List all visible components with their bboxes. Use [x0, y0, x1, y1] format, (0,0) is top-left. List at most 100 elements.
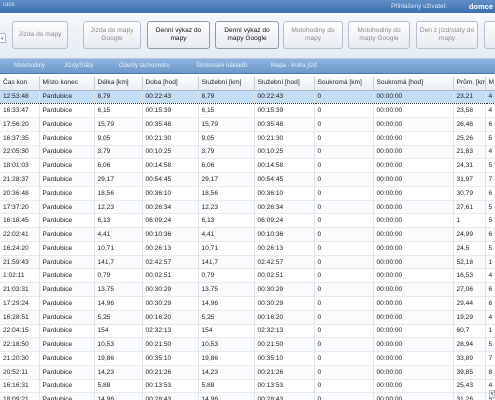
table-cell: 06:09:24	[254, 213, 315, 229]
tab-engine-hours[interactable]: Motohodiny	[14, 63, 45, 69]
table-cell: 00:00:00	[373, 103, 454, 119]
table-cell: 6,15	[94, 103, 143, 119]
engine-hours-to-map-button[interactable]: Motohodiny do mapy	[283, 21, 343, 49]
table-row[interactable]: 21:28:37 Pardubice 29,17 00:54:45 29,17 00:54…	[0, 172, 495, 187]
table-cell: 6	[485, 186, 495, 201]
table-cell: Pardubice	[39, 392, 95, 400]
column-header[interactable]: Soukromá [hod]	[373, 76, 454, 91]
table-cell: 5	[485, 213, 495, 229]
table-cell: 14,23	[94, 365, 143, 380]
table-cell: 00:14:58	[142, 158, 199, 174]
tab-map-logbook[interactable]: Mapa - kniha jízd	[271, 63, 317, 69]
table-row[interactable]: 18:01:03 Pardubice 6,06 00:14:58 6,06 00:14:5…	[0, 158, 495, 174]
ride-to-map-button[interactable]: Jízda do mapy	[12, 21, 68, 49]
table-cell: 12,23	[94, 200, 143, 215]
table-cell: 5	[485, 200, 495, 215]
table-cell: 00:00:00	[373, 158, 454, 174]
table-cell: 00:00:00	[373, 117, 454, 132]
table-cell: Pardubice	[39, 200, 95, 215]
table-cell: 28,94	[453, 337, 486, 353]
table-cell: 0	[314, 227, 374, 242]
table-row[interactable]: 22:04:15 Pardubice 154 02:32:13 154 02:32:13 0…	[0, 324, 495, 339]
column-header[interactable]: Služební [hod]	[254, 76, 315, 91]
table-cell: 00:13:53	[142, 379, 199, 394]
table-row[interactable]: 21:20:30 Pardubice 19,86 00:35:10 19,86 00:35…	[0, 351, 495, 366]
table-cell: 4	[485, 268, 495, 284]
table-row[interactable]: 17:29:24 Pardubice 14,96 00:30:29 14,96 00:30…	[0, 296, 495, 311]
table-cell: 0	[314, 324, 374, 339]
table-cell: Pardubice	[39, 103, 95, 119]
column-header[interactable]: Délka [km]	[94, 76, 143, 91]
table-row[interactable]: 17:37:20 Pardubice 12,23 00:26:34 12,23 00:26…	[0, 200, 495, 215]
table-row[interactable]: 1:02:11 Pardubice 0,79 00:02:51 0,79 00:02:51…	[0, 268, 495, 284]
table-row[interactable]: 22:02:41 Pardubice 4,41 00:10:36 4,41 00:10:3…	[0, 227, 495, 242]
table-row[interactable]: 16:37:35 Pardubice 9,05 00:21:30 9,05 00:21:3…	[0, 131, 495, 146]
engine-hours-to-google-map-button[interactable]: Motohodiny do mapy Google	[348, 21, 410, 49]
daily-report-to-google-map-button[interactable]: Denní výkaz do mapy Google	[215, 21, 279, 49]
table-cell: 24,5	[453, 241, 486, 256]
table-cell: 0	[314, 255, 374, 270]
table-cell: 00:26:13	[142, 241, 199, 256]
table-cell: 00:28:43	[254, 392, 315, 400]
table-row[interactable]: 22:18:50 Pardubice 10,53 00:21:50 10,53 00:21…	[0, 337, 495, 353]
table-row[interactable]: 16:16:31 Pardubice 5,88 00:13:53 5,88 00:13:5…	[0, 379, 495, 394]
table-row[interactable]: 21:59:43 Pardubice 141,7 02:42:57 141,7 02:42…	[0, 255, 495, 270]
column-header[interactable]: Místo konec	[39, 76, 95, 91]
column-header[interactable]: Prům. [km/h]	[453, 76, 486, 91]
table-cell: 00:10:36	[142, 227, 199, 242]
column-header[interactable]: Doba [hod]	[142, 76, 199, 91]
table-cell: 00:36:10	[254, 186, 315, 201]
table-cell: 9,05	[94, 131, 143, 146]
table-cell: 4	[485, 103, 495, 119]
table-row[interactable]: 16:24:20 Pardubice 10,71 00:26:13 10,71 00:26…	[0, 241, 495, 256]
table-cell: 10,53	[198, 337, 255, 353]
tab-bar: Motohodiny Jízdy/Státy Odečty tachometru…	[0, 59, 495, 74]
daily-report-to-map-button[interactable]: Denní výkaz do mapy	[147, 21, 210, 49]
table-cell: 24,99	[453, 227, 486, 242]
table-cell: 00:30:29	[254, 282, 315, 297]
more-button[interactable]	[484, 21, 495, 49]
dropdown-arrow-icon[interactable]: ▾	[0, 33, 6, 43]
column-header[interactable]: Soukromá [km]	[314, 76, 374, 91]
table-cell: 0	[314, 365, 374, 380]
tab-rides-states[interactable]: Jízdy/Státy	[64, 63, 93, 69]
table-cell: 29,17	[94, 172, 143, 187]
table-row[interactable]: 20:52:11 Pardubice 14,23 00:21:26 14,23 00:21…	[0, 365, 495, 380]
table-cell: 00:00:00	[373, 351, 454, 366]
tab-cost-allocation[interactable]: Šimbování nákladů	[196, 63, 247, 69]
table-cell: 4,41	[198, 227, 255, 242]
table-cell: 00:00:00	[373, 310, 454, 325]
table-row[interactable]: 16:33:47 Pardubice 6,15 00:15:39 6,15 00:15:3…	[0, 103, 495, 119]
table-row[interactable]: 17:56:20 Pardubice 15,79 00:35:48 15,79 00:35…	[0, 117, 495, 132]
table-cell: 12,23	[198, 200, 255, 215]
table-row[interactable]: 16:28:51 Pardubice 5,25 00:16:20 5,25 00:16:2…	[0, 310, 495, 325]
table-cell: 00:22:43	[254, 89, 315, 105]
table-row[interactable]: 20:36:48 Pardubice 18,56 00:36:10 18,56 00:36…	[0, 186, 495, 201]
table-cell: 00:00:00	[373, 282, 454, 297]
table-cell: 16:24:20	[0, 241, 40, 256]
table-row[interactable]: 12:53:48 Pardubice 8,79 00:22:43 8,79 00:22:4…	[0, 89, 495, 105]
ride-to-google-map-button[interactable]: Jízda do mapy Google	[83, 21, 141, 49]
table-cell: 25,43	[453, 379, 486, 394]
table-cell: 23,58	[453, 103, 486, 119]
table-cell: 00:21:50	[142, 337, 199, 353]
table-row[interactable]: 18:09:21 Pardubice 14,96 00:28:43 14,96 00:28…	[0, 392, 495, 400]
column-header[interactable]: Služební [km]	[198, 76, 255, 91]
table-cell: 02:32:13	[142, 324, 199, 339]
table-cell: 154	[198, 324, 255, 339]
table-row[interactable]: 16:18:45 Pardubice 6,13 06:09:24 6,13 06:09:2…	[0, 213, 495, 229]
table-cell: 8	[485, 365, 495, 380]
day-rides-states-to-map-button[interactable]: Den z jízd/státy do mapy	[416, 21, 478, 49]
scroll-down-icon[interactable]: ▾	[489, 390, 495, 398]
column-header[interactable]: M	[485, 76, 495, 91]
table-cell: 00:00:00	[373, 241, 454, 256]
column-header[interactable]: Čas kon	[0, 76, 40, 91]
table-cell: 7	[485, 351, 495, 366]
table-cell: 4,41	[94, 227, 143, 242]
app-label: race	[3, 2, 15, 8]
table-cell: 30,79	[453, 186, 486, 201]
tab-odometer-readings[interactable]: Odečty tachometru	[119, 63, 170, 69]
table-row[interactable]: 21:03:31 Pardubice 13,75 00:30:29 13,75 00:30…	[0, 282, 495, 297]
table-cell: Pardubice	[39, 365, 95, 380]
table-row[interactable]: 22:05:30 Pardubice 3,79 00:10:25 3,79 00:10:2…	[0, 145, 495, 160]
